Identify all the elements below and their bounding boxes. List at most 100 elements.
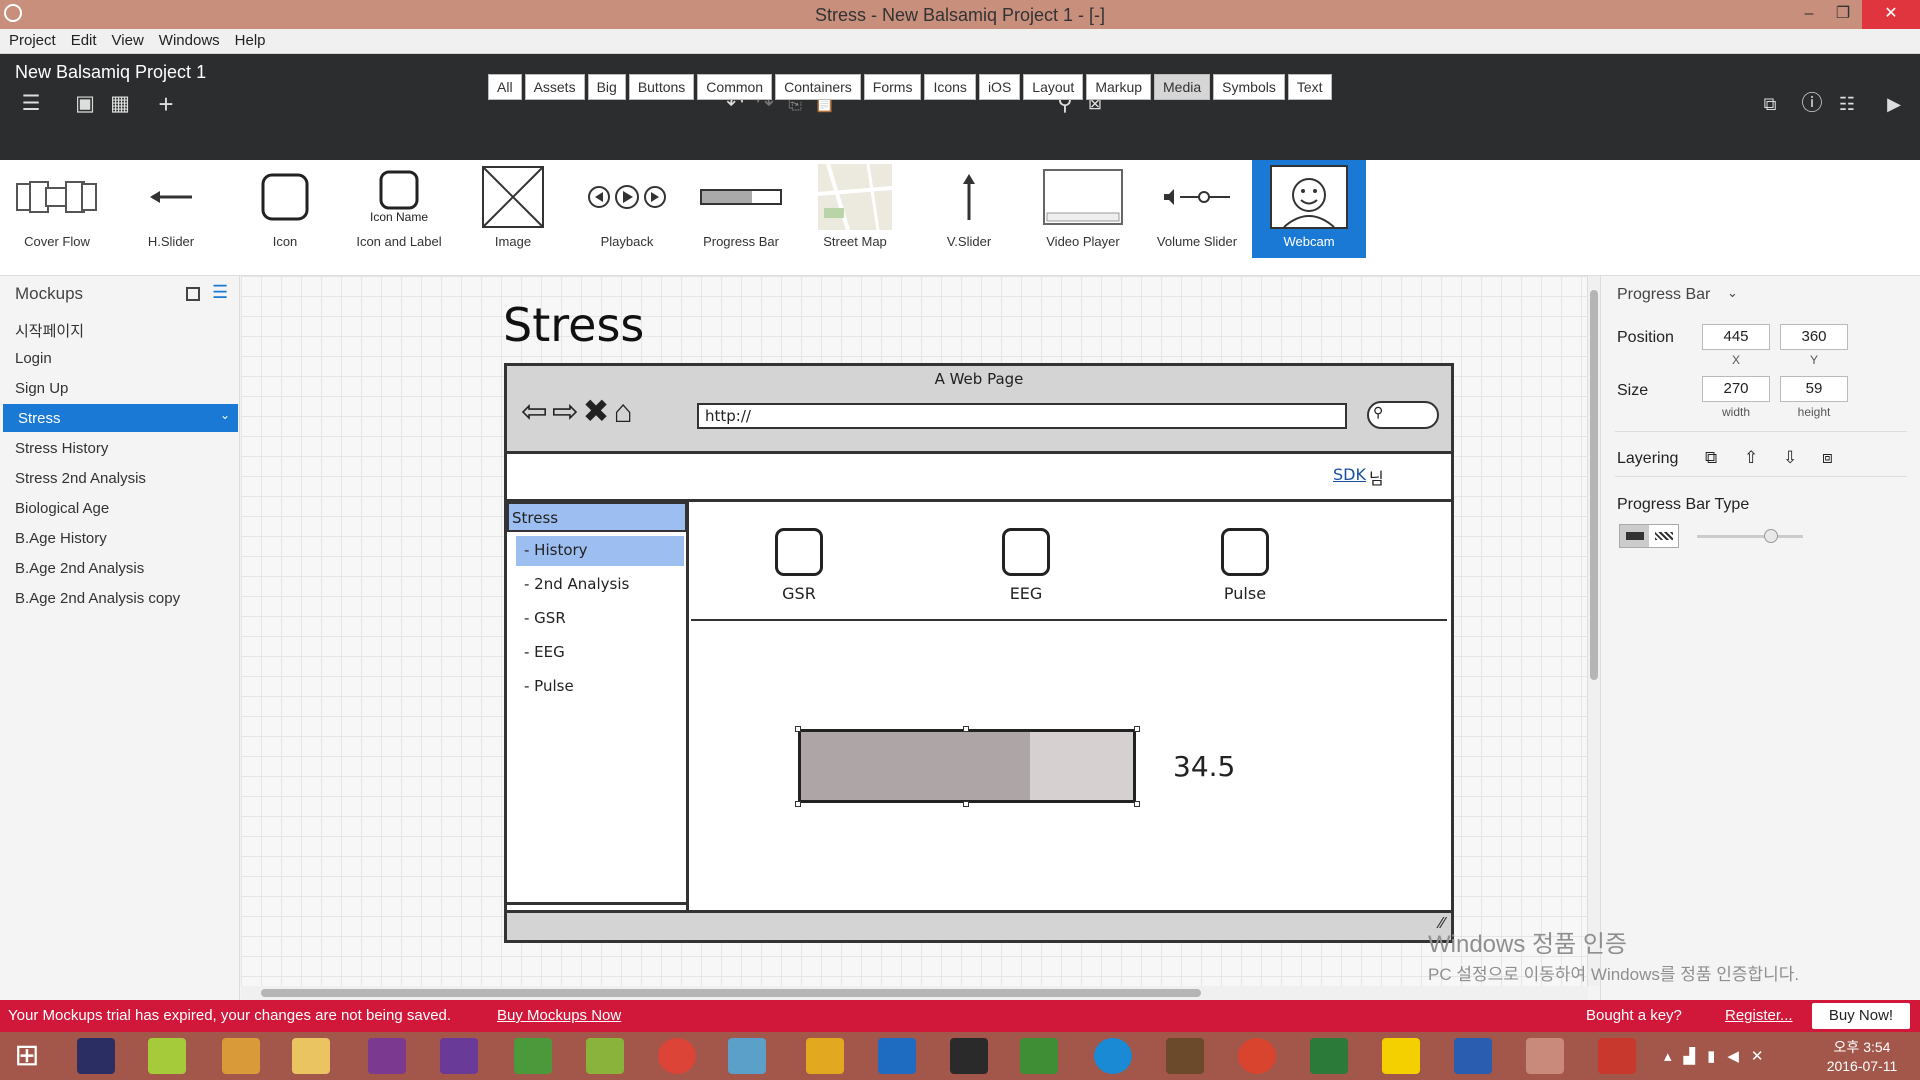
buy-now-button[interactable]: Buy Now! <box>1812 1003 1910 1029</box>
filter-containers[interactable]: Containers <box>775 74 861 100</box>
resize-handle[interactable] <box>1134 726 1140 732</box>
position-y-field[interactable]: 360 <box>1780 324 1848 350</box>
list-view-icon[interactable]: ☰ <box>212 282 228 303</box>
solid-bar-icon[interactable] <box>1620 525 1649 547</box>
send-backward-icon[interactable]: ⇩ <box>1783 448 1797 468</box>
browser-search-field[interactable]: ⚲ <box>1367 401 1439 429</box>
library-item-h-slider[interactable]: H.Slider <box>114 160 228 258</box>
url-field[interactable]: http:// <box>697 403 1347 429</box>
nav-item-eeg[interactable]: - EEG <box>516 638 573 666</box>
close-button[interactable]: ✕ <box>1862 0 1920 29</box>
skype-app-icon[interactable] <box>1094 1038 1132 1074</box>
library-item-volume-slider[interactable]: Volume Slider <box>1140 160 1254 258</box>
library-item-progress-bar[interactable]: Progress Bar <box>684 160 798 258</box>
visual-studio-icon[interactable] <box>440 1038 478 1074</box>
library-item-webcam[interactable]: Webcam <box>1252 160 1366 258</box>
horizontal-scrollbar[interactable] <box>241 986 1588 1000</box>
properties-icon[interactable]: ☷ <box>1834 92 1860 116</box>
progress-type-toggle[interactable] <box>1619 524 1679 548</box>
mockup-item[interactable]: Stress History <box>0 434 240 462</box>
info-icon[interactable]: ⓘ <box>1799 92 1825 116</box>
mockup-item[interactable]: Sign Up <box>0 374 240 402</box>
send-to-back-icon[interactable]: ⧈ <box>1822 448 1833 468</box>
filter-text[interactable]: Text <box>1287 74 1332 100</box>
clock-time[interactable]: 오후 3:54 <box>1812 1037 1912 1057</box>
maximize-button[interactable]: ❐ <box>1820 0 1866 29</box>
position-x-field[interactable]: 445 <box>1702 324 1770 350</box>
menu-windows[interactable]: Windows <box>150 29 226 49</box>
kakaotalk-app-icon[interactable] <box>1382 1038 1420 1074</box>
mockup-item[interactable]: Stress 2nd Analysis <box>0 464 240 492</box>
library-item-street-map[interactable]: Street Map <box>798 160 912 258</box>
filter-assets[interactable]: Assets <box>524 74 585 100</box>
music-app-icon[interactable] <box>1238 1038 1276 1074</box>
clock-date[interactable]: 2016-07-11 <box>1812 1058 1912 1074</box>
nav-header[interactable]: Stress <box>507 502 687 532</box>
library-item-playback[interactable]: Playback <box>570 160 684 258</box>
thumbnail-view-icon[interactable] <box>186 287 200 301</box>
progress-slider-track[interactable] <box>1697 535 1803 538</box>
menu-view[interactable]: View <box>103 29 150 49</box>
onenote-app-icon[interactable] <box>368 1038 406 1074</box>
android-studio-icon[interactable] <box>586 1038 624 1074</box>
nav-item-history[interactable]: - History <box>516 536 684 566</box>
settings-gear-icon[interactable] <box>1166 1038 1204 1074</box>
chevron-down-icon[interactable]: ⌄ <box>220 408 230 422</box>
filter-all[interactable]: All <box>488 74 522 100</box>
horizontal-scroll-thumb[interactable] <box>261 989 1201 997</box>
balsamiq-app-icon[interactable] <box>1526 1038 1564 1074</box>
vertical-scrollbar[interactable] <box>1588 276 1600 986</box>
filter-markup[interactable]: Markup <box>1086 74 1152 100</box>
progress-bar[interactable] <box>798 729 1136 803</box>
striped-bar-icon[interactable] <box>1649 525 1678 547</box>
internet-explorer-icon[interactable] <box>878 1038 916 1074</box>
filter-layout[interactable]: Layout <box>1023 74 1084 100</box>
presentation-app-icon[interactable] <box>222 1038 260 1074</box>
resize-handle[interactable] <box>795 801 801 807</box>
library-item-v-slider[interactable]: V.Slider <box>912 160 1026 258</box>
mockup-canvas[interactable]: Stress A Web Page ⇦⇨✖⌂ http:// ⚲ SDK 님 S… <box>241 276 1588 986</box>
mockup-item[interactable]: Login <box>0 344 240 372</box>
eclipse-app-icon[interactable] <box>77 1038 115 1074</box>
library-item-image[interactable]: Image <box>456 160 570 258</box>
notes-app-icon[interactable] <box>148 1038 186 1074</box>
vertical-scroll-thumb[interactable] <box>1590 290 1598 680</box>
height-field[interactable]: 59 <box>1780 376 1848 402</box>
grid-view-icon[interactable]: ▦ <box>107 92 133 116</box>
notepad-app-icon[interactable] <box>728 1038 766 1074</box>
mockup-item[interactable]: B.Age 2nd Analysis <box>0 554 240 582</box>
evernote-app-icon[interactable] <box>514 1038 552 1074</box>
hamburger-menu-icon[interactable]: ☰ <box>14 92 48 116</box>
buy-mockups-link[interactable]: Buy Mockups Now <box>497 1007 621 1024</box>
filter-common[interactable]: Common <box>697 74 773 100</box>
remote-app-icon[interactable] <box>1598 1038 1636 1074</box>
filter-big[interactable]: Big <box>587 74 626 100</box>
resize-handle[interactable] <box>963 801 969 807</box>
windows-start-icon[interactable]: ⊞ <box>8 1038 46 1074</box>
resize-handle[interactable] <box>963 726 969 732</box>
system-tray-icons[interactable]: ▴▟▮◀✕ <box>1664 1047 1775 1065</box>
share-icon[interactable]: ⧉ <box>1757 92 1783 116</box>
mockup-item[interactable]: 시작페이지 <box>0 314 240 342</box>
evernote-app-icon[interactable] <box>1020 1038 1058 1074</box>
kakao-tool-icon[interactable] <box>806 1038 844 1074</box>
excel-app-icon[interactable] <box>1310 1038 1348 1074</box>
presentation-icon[interactable]: ▶ <box>1881 92 1907 116</box>
library-item-video-player[interactable]: Video Player <box>1026 160 1140 258</box>
chevron-down-icon[interactable]: ⌄ <box>1727 285 1738 301</box>
nav-item-2nd-analysis[interactable]: - 2nd Analysis <box>516 570 637 598</box>
filter-media[interactable]: Media <box>1154 74 1211 100</box>
single-view-icon[interactable]: ▣ <box>72 92 98 116</box>
mockup-item[interactable]: Biological Age <box>0 494 240 522</box>
add-mockup-icon[interactable]: + <box>153 91 179 117</box>
file-explorer-icon[interactable] <box>292 1038 330 1074</box>
mockup-item-selected[interactable]: Stress ⌄ <box>3 404 238 432</box>
user-link[interactable]: SDK <box>1333 465 1366 484</box>
register-link[interactable]: Register... <box>1725 1007 1793 1024</box>
terminal-app-icon[interactable] <box>950 1038 988 1074</box>
filter-icons[interactable]: Icons <box>924 74 976 100</box>
progress-slider-thumb[interactable] <box>1764 529 1778 543</box>
menu-project[interactable]: Project <box>0 29 62 49</box>
mockup-item[interactable]: B.Age 2nd Analysis copy <box>0 584 240 612</box>
filter-ios[interactable]: iOS <box>978 74 1021 100</box>
